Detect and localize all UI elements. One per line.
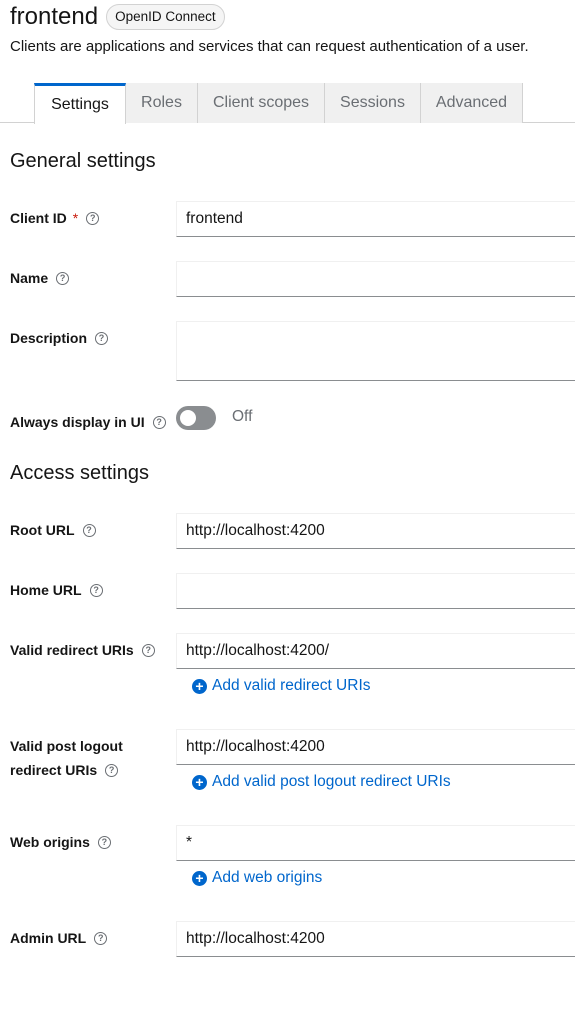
- general-settings-heading: General settings: [10, 150, 156, 172]
- post-logout-redirect-input[interactable]: http://localhost:4200: [176, 729, 575, 765]
- required-mark: *: [72, 210, 79, 226]
- web-origins-label: Web origins ?: [10, 834, 111, 850]
- add-web-origins-button[interactable]: + Add web origins: [192, 869, 322, 887]
- description-label-text: Description: [10, 330, 88, 346]
- post-logout-label-line2: redirect URIs ?: [10, 762, 119, 778]
- valid-redirect-input[interactable]: http://localhost:4200/: [176, 633, 575, 669]
- tab-client-scopes[interactable]: Client scopes: [198, 83, 325, 123]
- help-icon[interactable]: ?: [56, 271, 70, 285]
- client-id-label: Client ID * ?: [10, 210, 100, 226]
- plus-circle-icon: +: [192, 870, 207, 886]
- root-url-label-text: Root URL: [10, 522, 75, 538]
- home-url-label-text: Home URL: [10, 582, 82, 598]
- tab-roles[interactable]: Roles: [126, 83, 198, 123]
- client-details-page: frontend OpenID Connect Clients are appl…: [0, 0, 575, 1024]
- root-url-label: Root URL ?: [10, 522, 96, 538]
- help-icon[interactable]: ?: [141, 643, 155, 657]
- valid-redirect-label: Valid redirect URIs ?: [10, 642, 155, 658]
- root-url-input[interactable]: http://localhost:4200: [176, 513, 575, 549]
- help-icon[interactable]: ?: [95, 331, 109, 345]
- add-valid-redirect-button[interactable]: + Add valid redirect URIs: [192, 677, 371, 695]
- post-logout-label-text1: Valid post logout: [10, 738, 123, 754]
- help-icon[interactable]: ?: [105, 763, 119, 777]
- help-icon[interactable]: ?: [89, 583, 103, 597]
- protocol-badge: OpenID Connect: [106, 4, 225, 30]
- admin-url-input[interactable]: http://localhost:4200: [176, 921, 575, 957]
- name-input[interactable]: [176, 261, 575, 297]
- web-origins-input[interactable]: *: [176, 825, 575, 861]
- always-display-toggle[interactable]: [176, 406, 216, 430]
- home-url-input[interactable]: [176, 573, 575, 609]
- name-label: Name ?: [10, 270, 70, 286]
- help-icon[interactable]: ?: [82, 523, 96, 537]
- name-label-text: Name: [10, 270, 49, 286]
- always-display-label-text: Always display in UI: [10, 414, 145, 430]
- plus-circle-icon: +: [192, 774, 207, 790]
- tab-bar: Settings Roles Client scopes Sessions Ad…: [0, 83, 575, 124]
- toggle-state-text: Off: [232, 408, 253, 425]
- add-post-logout-redirect-button[interactable]: + Add valid post logout redirect URIs: [192, 773, 451, 791]
- add-web-origins-label: Add web origins: [212, 869, 323, 886]
- tab-settings[interactable]: Settings: [34, 83, 126, 124]
- access-settings-heading: Access settings: [10, 462, 149, 484]
- help-icon[interactable]: ?: [97, 835, 111, 849]
- client-id-input[interactable]: frontend: [176, 201, 575, 237]
- post-logout-label-line1: Valid post logout: [10, 738, 123, 754]
- add-post-logout-label: Add valid post logout redirect URIs: [212, 773, 451, 790]
- always-display-label: Always display in UI ?: [10, 414, 166, 430]
- add-valid-redirect-label: Add valid redirect URIs: [212, 677, 371, 694]
- page-description: Clients are applications and services th…: [10, 38, 529, 55]
- page-title: frontend: [10, 3, 99, 30]
- description-textarea[interactable]: [176, 321, 575, 381]
- tab-sessions[interactable]: Sessions: [325, 83, 421, 123]
- post-logout-label-text2: redirect URIs: [10, 762, 98, 778]
- page-header: frontend OpenID Connect Clients are appl…: [10, 2, 575, 55]
- admin-url-label-text: Admin URL: [10, 930, 87, 946]
- tab-advanced[interactable]: Advanced: [421, 83, 523, 123]
- home-url-label: Home URL ?: [10, 582, 103, 598]
- help-icon[interactable]: ?: [152, 415, 166, 429]
- description-label: Description ?: [10, 330, 109, 346]
- title-row: frontend OpenID Connect: [10, 2, 575, 32]
- help-icon[interactable]: ?: [94, 931, 108, 945]
- admin-url-label: Admin URL ?: [10, 930, 108, 946]
- plus-circle-icon: +: [192, 678, 207, 694]
- client-id-label-text: Client ID: [10, 210, 67, 226]
- web-origins-label-text: Web origins: [10, 834, 90, 850]
- help-icon[interactable]: ?: [86, 211, 100, 225]
- valid-redirect-label-text: Valid redirect URIs: [10, 642, 134, 658]
- toggle-knob: [180, 410, 196, 426]
